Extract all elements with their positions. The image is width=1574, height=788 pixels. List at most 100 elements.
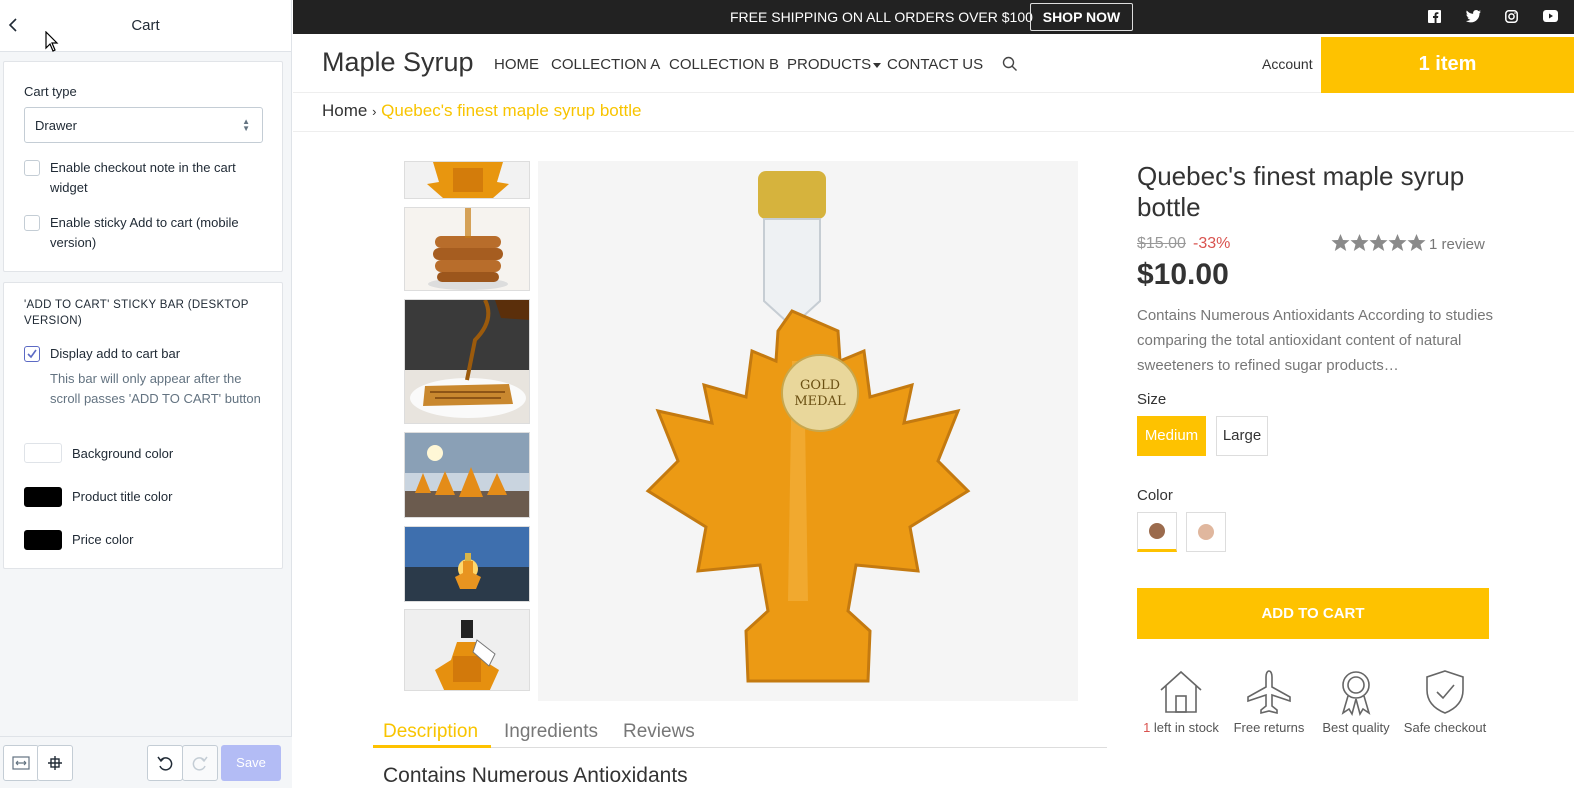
breadcrumb-separator: › xyxy=(372,104,377,119)
waffles-thumbnail-image xyxy=(405,300,529,423)
tab-ingredients[interactable]: Ingredients xyxy=(504,721,598,743)
price-color-swatch[interactable] xyxy=(24,530,62,550)
sticky-bar-card: 'ADD TO CART' STICKY BAR (DESKTOP VERSIO… xyxy=(3,282,283,569)
account-link[interactable]: Account xyxy=(1262,56,1313,72)
description-heading: Contains Numerous Antioxidants xyxy=(383,764,688,787)
shield-check-icon xyxy=(1426,670,1464,714)
announcement-bar: FREE SHIPPING ON ALL ORDERS OVER $100 SH… xyxy=(293,0,1574,34)
rating-stars[interactable] xyxy=(1331,233,1427,253)
cart-settings-card: Cart type Drawer ▲ ▼ Enable checkout note… xyxy=(3,61,283,272)
twitter-icon[interactable] xyxy=(1466,10,1481,23)
sidebar-title: Cart xyxy=(131,17,160,34)
nav-collection-a[interactable]: COLLECTION A xyxy=(551,56,660,73)
product-thumbnail[interactable] xyxy=(404,299,530,424)
color-swatch-2[interactable] xyxy=(1186,512,1226,552)
product-price: $10.00 xyxy=(1137,258,1229,291)
youtube-icon[interactable] xyxy=(1543,10,1558,22)
sunset-bottle-thumbnail-image xyxy=(405,527,529,601)
airplane-icon xyxy=(1247,670,1291,715)
nav-products[interactable]: PRODUCTS xyxy=(787,56,882,73)
product-tabs: Description Ingredients Reviews xyxy=(373,718,1107,748)
feature-free-returns: Free returns xyxy=(1224,668,1314,735)
add-to-cart-button[interactable]: ADD TO CART xyxy=(1137,588,1489,639)
redo-button[interactable] xyxy=(182,745,218,781)
star-icon xyxy=(1369,234,1388,251)
inspect-button[interactable] xyxy=(37,745,73,781)
free-returns-label: Free returns xyxy=(1233,720,1305,735)
product-thumbnail[interactable] xyxy=(404,432,530,518)
svg-text:MEDAL: MEDAL xyxy=(794,394,846,409)
background-color-label: Background color xyxy=(72,446,174,461)
sidebar-footer: Save xyxy=(0,736,292,788)
breadcrumb-home[interactable]: Home xyxy=(322,101,367,120)
sidebar-header: Cart xyxy=(0,0,291,52)
product-thumbnail[interactable] xyxy=(404,609,530,691)
product-title-color-label: Product title color xyxy=(72,489,173,504)
bottles-row-thumbnail-image xyxy=(405,433,529,517)
product-title: Quebec's finest maple syrup bottle xyxy=(1137,161,1465,222)
save-button[interactable]: Save xyxy=(221,745,281,781)
color-dot xyxy=(1198,524,1214,540)
facebook-icon[interactable] xyxy=(1428,10,1441,23)
caret-down-icon xyxy=(873,63,882,68)
color-label: Color xyxy=(1137,487,1173,504)
svg-text:GOLD: GOLD xyxy=(800,378,840,393)
store-logo[interactable]: Maple Syrup xyxy=(322,47,474,78)
shop-now-button[interactable]: SHOP NOW xyxy=(1030,3,1133,31)
display-cart-bar-help: This bar will only appear after the scro… xyxy=(50,371,261,406)
cart-type-select[interactable]: Drawer ▲ ▼ xyxy=(24,107,263,143)
sticky-bar-heading: 'ADD TO CART' STICKY BAR (DESKTOP VERSIO… xyxy=(24,299,249,327)
review-count[interactable]: 1 review xyxy=(1429,236,1485,253)
checkmark-icon xyxy=(27,349,37,359)
checkout-note-checkbox[interactable] xyxy=(24,160,40,176)
redo-icon xyxy=(192,756,208,771)
cart-button[interactable]: 1 item xyxy=(1321,37,1574,93)
background-color-swatch[interactable] xyxy=(24,443,62,463)
undo-button[interactable] xyxy=(147,745,183,781)
fit-width-button[interactable] xyxy=(3,745,39,781)
product-thumbnail[interactable] xyxy=(404,161,530,199)
nav-products-label: PRODUCTS xyxy=(787,56,872,73)
maple-leaf-bottle-image: GOLD MEDAL xyxy=(538,161,1078,701)
tab-description[interactable]: Description xyxy=(383,721,478,743)
nav-collection-b[interactable]: COLLECTION B xyxy=(669,56,779,73)
house-icon xyxy=(1160,670,1202,713)
color-swatch-1[interactable] xyxy=(1137,512,1177,552)
sticky-mobile-label: Enable sticky Add to cart (mobile versio… xyxy=(50,215,239,250)
search-icon[interactable] xyxy=(1002,56,1018,72)
fit-width-icon xyxy=(12,756,30,770)
breadcrumb-current: Quebec's finest maple syrup bottle xyxy=(381,101,642,120)
nav-contact-us[interactable]: CONTACT US xyxy=(887,56,983,73)
color-dot xyxy=(1149,523,1165,539)
divider xyxy=(293,131,1574,132)
product-thumbnail[interactable] xyxy=(404,526,530,602)
star-icon xyxy=(1388,234,1407,251)
maple-bottle-thumbnail-image xyxy=(405,162,529,198)
product-thumbnail[interactable] xyxy=(404,207,530,291)
active-tab-indicator xyxy=(373,745,491,748)
tab-reviews[interactable]: Reviews xyxy=(623,721,695,743)
safe-checkout-label: Safe checkout xyxy=(1403,720,1487,735)
product-main-image[interactable]: GOLD MEDAL xyxy=(538,161,1078,701)
instagram-icon[interactable] xyxy=(1505,10,1518,23)
feature-safe-checkout: Safe checkout xyxy=(1400,668,1490,735)
stock-label: left in stock xyxy=(1150,720,1219,735)
product-excerpt: Contains Numerous Antioxidants According… xyxy=(1137,307,1494,374)
store-preview: FREE SHIPPING ON ALL ORDERS OVER $100 SH… xyxy=(293,0,1574,788)
nav-home[interactable]: HOME xyxy=(494,56,539,73)
display-cart-bar-label: Display add to cart bar xyxy=(50,346,181,361)
product-title-color-swatch[interactable] xyxy=(24,487,62,507)
size-option-large[interactable]: Large xyxy=(1216,416,1268,456)
main-navigation: Maple Syrup HOME COLLECTION A COLLECTION… xyxy=(293,37,1574,93)
sticky-mobile-checkbox[interactable] xyxy=(24,215,40,231)
display-cart-bar-checkbox[interactable] xyxy=(24,346,40,362)
cart-type-label: Cart type xyxy=(24,84,77,99)
pancakes-thumbnail-image xyxy=(405,208,529,290)
cart-type-value: Drawer xyxy=(35,118,77,133)
best-quality-label: Best quality xyxy=(1322,720,1390,735)
size-option-medium[interactable]: Medium xyxy=(1137,416,1206,456)
star-icon xyxy=(1407,234,1426,251)
size-label: Size xyxy=(1137,391,1167,408)
labeled-bottle-thumbnail-image xyxy=(405,610,529,690)
announcement-text: FREE SHIPPING ON ALL ORDERS OVER $100 xyxy=(730,9,1033,25)
